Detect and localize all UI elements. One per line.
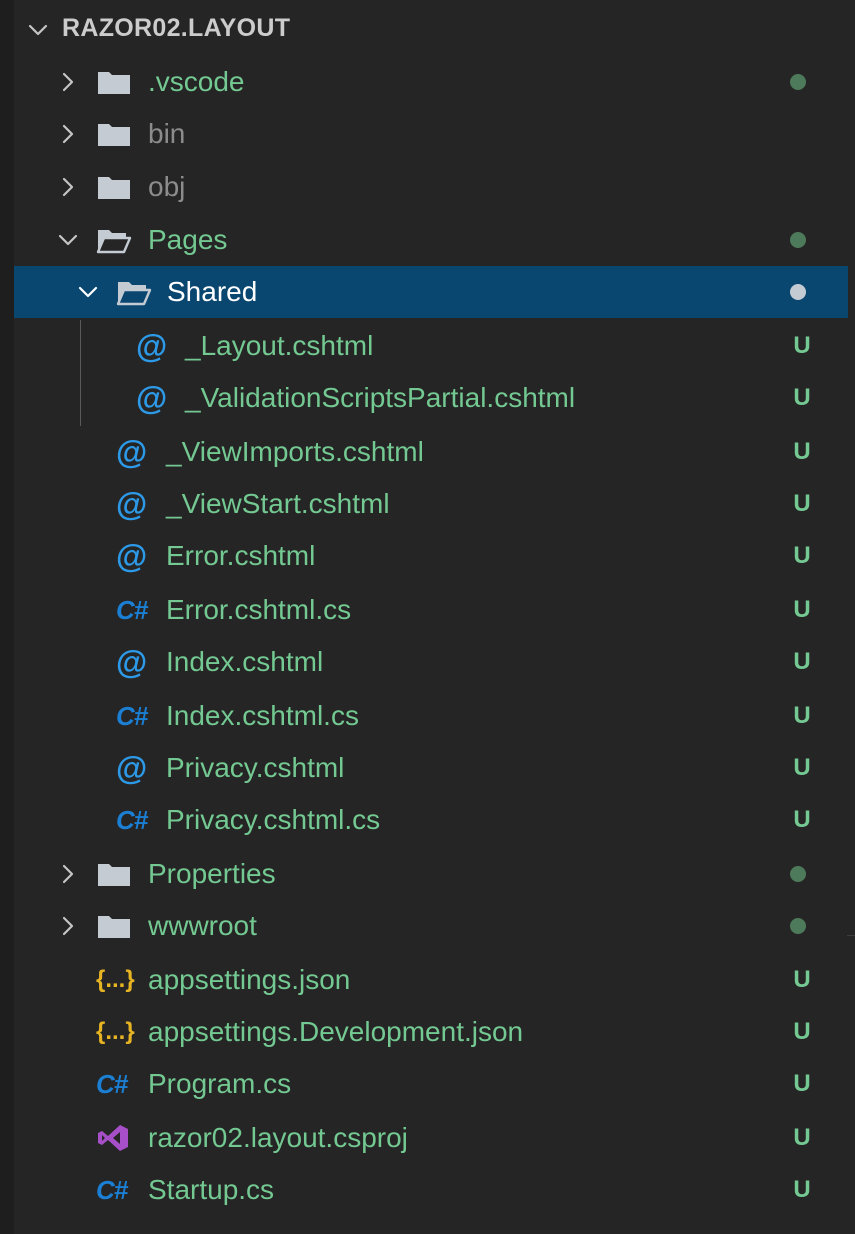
csharp-file-icon: C# [96,1175,128,1205]
git-status-dot [790,284,806,300]
chevron-right-icon[interactable] [56,914,80,938]
git-status-badge: U [793,384,811,411]
json-file-icon: {...} [96,966,135,993]
tree-file-index-cs[interactable]: C# Index.cshtml.cs U [14,690,848,742]
razor-file-icon: @ [136,328,168,364]
tree-item-label: .vscode [148,66,245,97]
tree-folder-shared[interactable]: Shared [14,266,848,318]
visual-studio-project-icon [98,1125,128,1151]
razor-file-icon: @ [116,538,148,574]
tree-item-label: _ValidationScriptsPartial.cshtml [185,382,576,413]
tree-item-label: bin [148,118,186,149]
tree-file-viewimports[interactable]: @ _ViewImports.cshtml U [14,426,848,478]
tree-item-label: appsettings.json [148,964,351,995]
git-status-dot [790,918,806,934]
git-status-badge: U [793,1124,811,1151]
tree-folder-wwwroot[interactable]: wwwroot [14,900,848,952]
tree-file-validation[interactable]: @ _ValidationScriptsPartial.cshtml U [14,372,848,424]
git-status-badge: U [793,490,811,517]
tree-item-label: Shared [167,276,258,307]
tree-item-label: wwwroot [148,910,257,941]
csharp-file-icon: C# [116,805,148,835]
tree-folder-bin[interactable]: bin [14,108,848,160]
activity-border [0,0,14,1234]
razor-file-icon: @ [116,644,148,680]
folder-icon [98,72,130,94]
tree-file-layout[interactable]: @ _Layout.cshtml U [14,320,848,372]
tree-item-label: Privacy.cshtml.cs [166,804,381,835]
tree-item-label: Privacy.cshtml [166,752,345,783]
tree-item-label: appsettings.Development.json [148,1016,524,1047]
tree-file-error-cs[interactable]: C# Error.cshtml.cs U [14,584,848,636]
folder-open-icon [96,230,132,254]
razor-file-icon: @ [116,434,148,470]
scrollbar-edge [847,935,855,936]
tree-folder-pages[interactable]: Pages [14,214,848,266]
git-status-dot [790,232,806,248]
tree-file-appsettings-dev[interactable]: {...} appsettings.Development.json U [14,1006,848,1058]
git-status-badge: U [793,702,811,729]
tree-item-label: Pages [148,224,228,255]
git-status-badge: U [793,1070,811,1097]
git-status-badge: U [793,438,811,465]
git-status-dot [790,866,806,882]
tree-file-viewstart[interactable]: @ _ViewStart.cshtml U [14,478,848,530]
json-file-icon: {...} [96,1018,135,1045]
tree-item-label: Program.cs [148,1068,292,1099]
tree-file-appsettings[interactable]: {...} appsettings.json U [14,954,848,1006]
git-status-badge: U [793,966,811,993]
git-status-badge: U [793,596,811,623]
tree-file-startup[interactable]: C# Startup.cs U [14,1164,848,1216]
tree-item-label: _ViewStart.cshtml [166,488,390,519]
git-status-badge: U [793,542,811,569]
folder-icon [98,864,130,886]
tree-item-label: Startup.cs [148,1174,275,1205]
chevron-down-icon[interactable] [56,228,80,252]
tree-file-index[interactable]: @ Index.cshtml U [14,636,848,688]
chevron-right-icon[interactable] [56,122,80,146]
csharp-file-icon: C# [116,595,148,625]
chevron-right-icon[interactable] [56,862,80,886]
folder-icon [98,124,130,146]
workspace-title: RAZOR02.LAYOUT [62,14,291,42]
git-status-dot [790,74,806,90]
tree-folder-properties[interactable]: Properties [14,848,848,900]
git-status-badge: U [793,332,811,359]
git-status-badge: U [793,754,811,781]
csharp-file-icon: C# [96,1069,128,1099]
csharp-file-icon: C# [116,701,148,731]
tree-file-csproj[interactable]: razor02.layout.csproj U [14,1112,848,1164]
explorer-section-header[interactable]: RAZOR02.LAYOUT [14,0,848,60]
tree-file-error[interactable]: @ Error.cshtml U [14,530,848,582]
tree-item-label: razor02.layout.csproj [148,1122,408,1153]
tree-folder-obj[interactable]: obj [14,161,848,213]
tree-item-label: Properties [148,858,276,889]
file-explorer: RAZOR02.LAYOUT .vscode bin obj Pages Shared @… [0,0,855,1234]
razor-file-icon: @ [136,380,168,416]
chevron-right-icon[interactable] [56,175,80,199]
tree-item-label: Error.cshtml.cs [166,594,352,625]
razor-file-icon: @ [116,486,148,522]
tree-item-label: _ViewImports.cshtml [166,436,424,467]
tree-item-label: Index.cshtml [166,646,324,677]
git-status-badge: U [793,1176,811,1203]
tree-file-privacy-cs[interactable]: C# Privacy.cshtml.cs U [14,794,848,846]
git-status-badge: U [793,806,811,833]
tree-item-label: _Layout.cshtml [185,330,374,361]
git-status-badge: U [793,1018,811,1045]
folder-icon [98,177,130,199]
tree-item-label: Index.cshtml.cs [166,700,359,731]
git-status-badge: U [793,648,811,675]
tree-file-program[interactable]: C# Program.cs U [14,1058,848,1110]
tree-file-privacy[interactable]: @ Privacy.cshtml U [14,742,848,794]
folder-icon [98,916,130,938]
razor-file-icon: @ [116,750,148,786]
folder-open-icon [116,282,152,306]
chevron-right-icon[interactable] [56,70,80,94]
tree-item-label: Error.cshtml [166,540,316,571]
chevron-down-icon[interactable] [76,280,100,304]
chevron-down-icon [28,24,48,36]
tree-item-label: obj [148,171,186,202]
tree-folder-vscode[interactable]: .vscode [14,56,848,108]
